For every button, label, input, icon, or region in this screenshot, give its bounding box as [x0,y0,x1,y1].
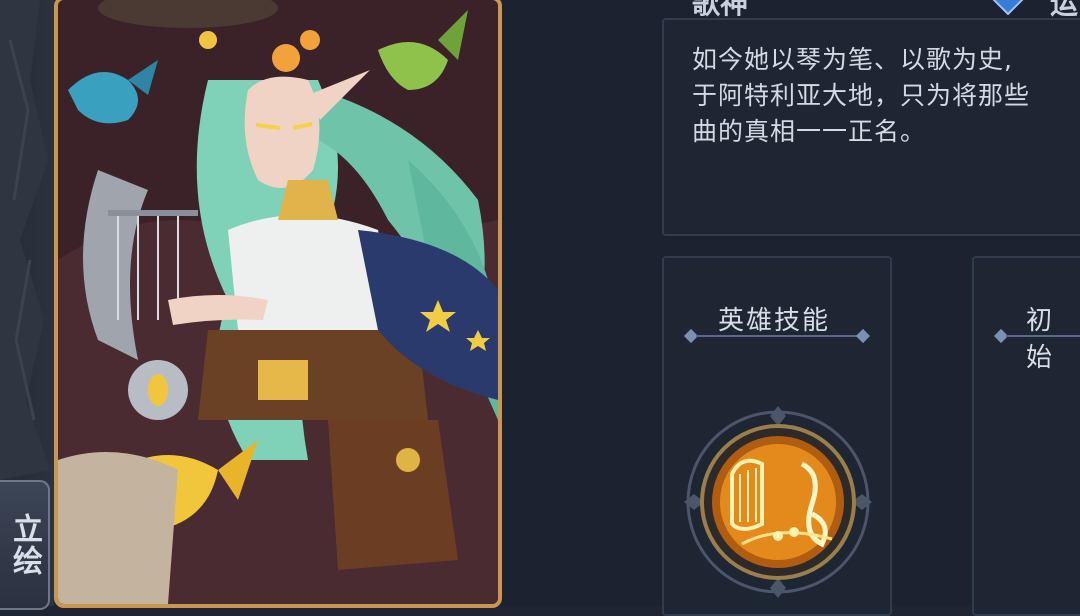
hero-skill-header: 英雄技能 [718,306,831,336]
hero-portrait-card [54,0,502,608]
initial-header: 初始 [1026,306,1055,373]
portrait-tab-button[interactable]: 立绘 [0,480,50,610]
portrait-tab-label: 立绘 [7,513,42,577]
blue-diamond-icon [992,0,1024,16]
lyre-music-skill-icon[interactable] [682,404,874,600]
hero-portrait-illustration [58,0,498,604]
hero-description-text: 如今她以琴为笔、以歌为史, 于阿特利亚大地，只为将那些 曲的真相一一正名。 [692,45,1031,146]
